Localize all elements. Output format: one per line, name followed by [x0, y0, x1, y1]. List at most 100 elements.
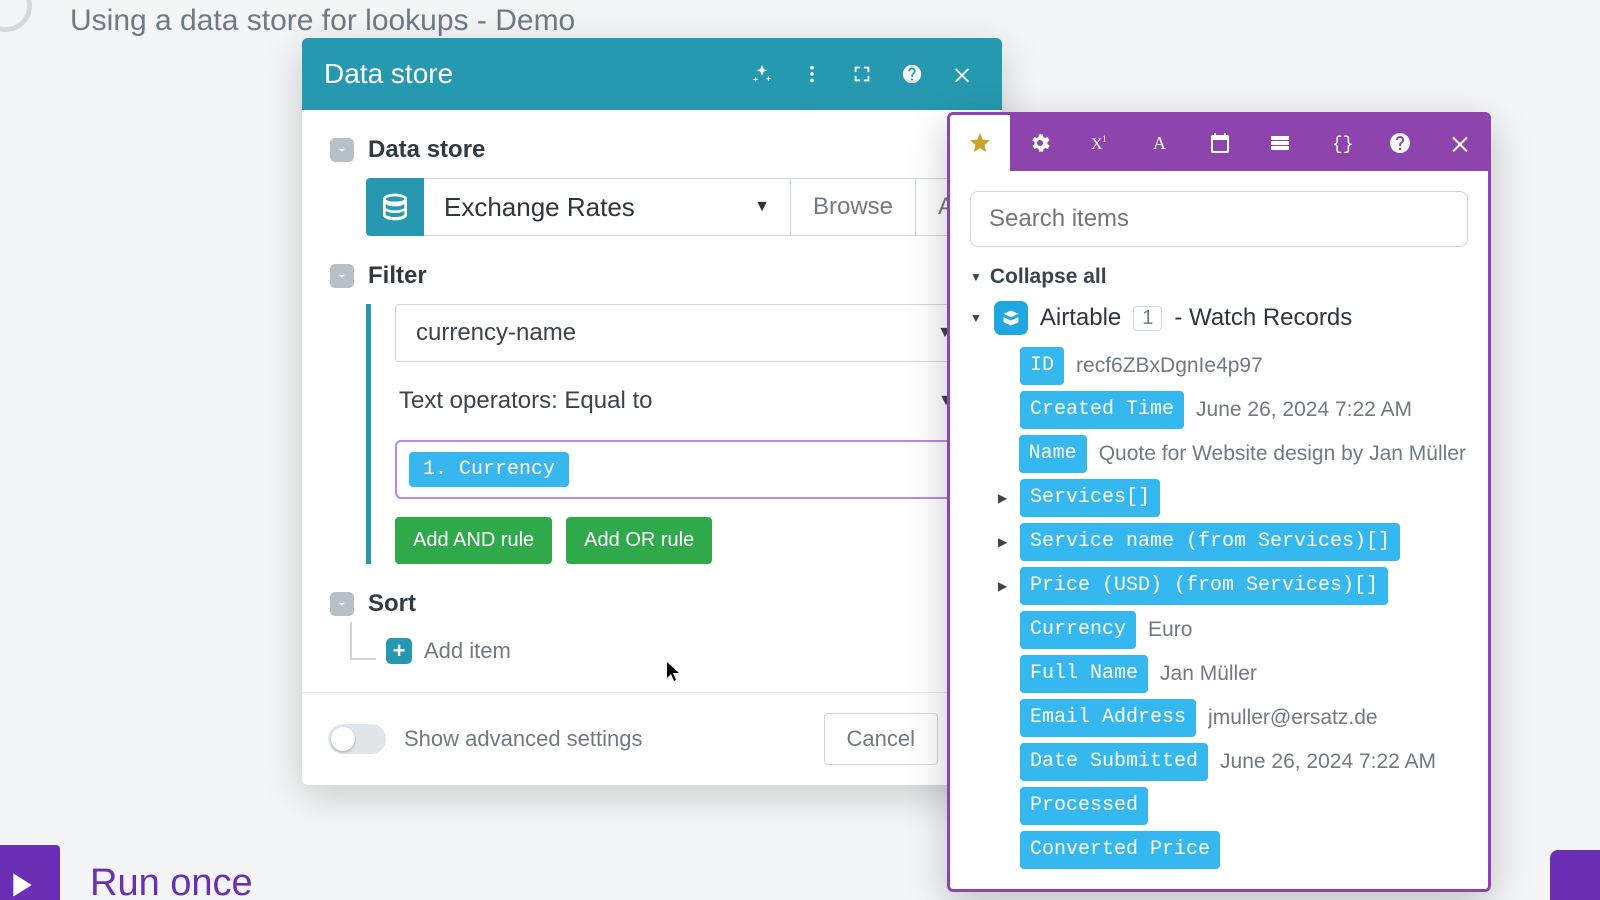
add-and-rule-button[interactable]: Add AND rule — [395, 517, 552, 564]
field-value: Euro — [1148, 614, 1192, 646]
section-label-filter: Filter — [368, 262, 427, 290]
filter-field-select[interactable]: currency-name ▼ — [395, 304, 974, 362]
tab-favorites[interactable] — [950, 115, 1010, 171]
expand-icon[interactable] — [844, 56, 880, 92]
mapping-pill-currency[interactable]: 1. Currency — [409, 452, 569, 487]
search-input[interactable] — [970, 191, 1468, 247]
ai-suggest-icon[interactable] — [744, 56, 780, 92]
tab-text[interactable]: A — [1130, 115, 1190, 171]
browse-button[interactable]: Browse — [791, 178, 916, 236]
collapse-all-button[interactable]: ▼ Collapse all — [970, 265, 1468, 289]
field-row[interactable]: ▶ Service name (from Services)[] — [998, 523, 1468, 561]
module-suffix: - Watch Records — [1174, 304, 1352, 332]
section-toggle-sort[interactable] — [330, 592, 354, 616]
field-tag[interactable]: Full Name — [1020, 655, 1148, 693]
filter-value-input[interactable]: 1. Currency — [395, 440, 974, 499]
field-tag[interactable]: Price (USD) (from Services)[] — [1020, 567, 1388, 605]
datastore-select[interactable]: Exchange Rates ▼ — [424, 178, 791, 236]
module-name: Airtable — [1040, 304, 1121, 332]
tab-array[interactable] — [1250, 115, 1310, 171]
triangle-right-icon: ▶ — [998, 526, 1008, 558]
field-row[interactable]: ID recf6ZBxDgnIe4p97 — [998, 347, 1468, 385]
modal-header: Data store — [302, 38, 1002, 110]
field-value: jmuller@ersatz.de — [1208, 702, 1378, 734]
mapping-panel: X1 A {} ▼ Collapse all ▼ — [947, 112, 1491, 892]
module-header[interactable]: ▼ Airtable 1 - Watch Records — [970, 301, 1468, 335]
tab-settings[interactable] — [1010, 115, 1070, 171]
tab-date[interactable] — [1190, 115, 1250, 171]
field-value: Jan Müller — [1160, 658, 1257, 690]
close-icon[interactable] — [944, 56, 980, 92]
section-label-sort: Sort — [368, 590, 416, 618]
triangle-down-icon: ▼ — [970, 311, 982, 325]
field-row[interactable]: Name Quote for Website design by Jan Müll… — [998, 435, 1468, 473]
section-datastore: Data store Exchange Rates ▼ Browse Add — [330, 136, 974, 236]
field-row[interactable]: ▶ Price (USD) (from Services)[] — [998, 567, 1468, 605]
datastore-modal: Data store Data store — [302, 38, 1002, 785]
modal-title: Data store — [324, 58, 453, 90]
field-value: June 26, 2024 7:22 AM — [1196, 394, 1412, 426]
field-tag[interactable]: Email Address — [1020, 699, 1196, 737]
plus-icon: + — [386, 638, 412, 664]
svg-text:1: 1 — [1102, 134, 1107, 144]
field-tag[interactable]: Services[] — [1020, 479, 1160, 517]
section-toggle-datastore[interactable] — [330, 138, 354, 162]
triangle-down-icon: ▼ — [970, 270, 982, 284]
field-row[interactable]: Created Time June 26, 2024 7:22 AM — [998, 391, 1468, 429]
field-row[interactable]: Currency Euro — [998, 611, 1468, 649]
caret-down-icon: ▼ — [754, 198, 770, 216]
field-tree: ID recf6ZBxDgnIe4p97 Created Time June 26, … — [998, 347, 1468, 869]
module-index-badge: 1 — [1133, 306, 1162, 331]
field-tag[interactable]: Currency — [1020, 611, 1136, 649]
add-sort-item-button[interactable]: + Add item — [386, 638, 511, 664]
filter-operator-value: Text operators: Equal to — [399, 387, 652, 415]
section-toggle-filter[interactable] — [330, 264, 354, 288]
field-row[interactable]: Converted Price — [998, 831, 1468, 869]
field-tag[interactable]: Created Time — [1020, 391, 1184, 429]
triangle-right-icon: ▶ — [998, 482, 1008, 514]
field-row[interactable]: Date Submitted June 26, 2024 7:22 AM — [998, 743, 1468, 781]
floating-primary-button[interactable] — [1550, 850, 1600, 900]
panel-tabs: X1 A {} — [950, 115, 1488, 171]
field-tag[interactable]: Date Submitted — [1020, 743, 1208, 781]
section-filter: Filter currency-name ▼ Text operators: E… — [330, 262, 974, 564]
run-once-label: Run once — [90, 862, 253, 900]
tab-math[interactable]: X1 — [1070, 115, 1130, 171]
panel-close-icon[interactable] — [1430, 115, 1490, 171]
add-or-rule-button[interactable]: Add OR rule — [566, 517, 712, 564]
panel-help-icon[interactable] — [1370, 115, 1430, 171]
add-sort-item-label: Add item — [424, 638, 511, 664]
field-tag[interactable]: ID — [1020, 347, 1064, 385]
filter-field-value: currency-name — [416, 319, 576, 347]
filter-operator-select[interactable]: Text operators: Equal to ▼ — [395, 372, 974, 430]
field-value: June 26, 2024 7:22 AM — [1220, 746, 1436, 778]
collapse-all-label: Collapse all — [990, 265, 1107, 289]
field-tag[interactable]: Converted Price — [1020, 831, 1220, 869]
field-tag[interactable]: Processed — [1020, 787, 1148, 825]
field-value: recf6ZBxDgnIe4p97 — [1076, 350, 1263, 382]
datastore-select-value: Exchange Rates — [444, 192, 635, 223]
help-icon[interactable] — [894, 56, 930, 92]
cancel-button[interactable]: Cancel — [824, 713, 938, 765]
run-once-button[interactable] — [0, 845, 60, 900]
advanced-settings-label: Show advanced settings — [404, 726, 643, 752]
field-row[interactable]: ▶ Services[] — [998, 479, 1468, 517]
svg-text:{}: {} — [1332, 135, 1352, 155]
section-label-datastore: Data store — [368, 136, 485, 164]
modal-footer: Show advanced settings Cancel OK — [302, 692, 1002, 785]
database-icon — [366, 178, 424, 236]
field-tag[interactable]: Service name (from Services)[] — [1020, 523, 1400, 561]
airtable-icon — [994, 301, 1028, 335]
field-tag[interactable]: Name — [1019, 435, 1087, 473]
triangle-right-icon: ▶ — [998, 570, 1008, 602]
advanced-settings-toggle[interactable] — [328, 724, 386, 754]
field-row[interactable]: Processed — [998, 787, 1468, 825]
field-value: Quote for Website design by Jan Müller o… — [1099, 438, 1468, 470]
more-icon[interactable] — [794, 56, 830, 92]
tab-object[interactable]: {} — [1310, 115, 1370, 171]
field-row[interactable]: Full Name Jan Müller — [998, 655, 1468, 693]
field-row[interactable]: Email Address jmuller@ersatz.de — [998, 699, 1468, 737]
page-title: Using a data store for lookups - Demo — [70, 4, 575, 38]
svg-text:A: A — [1153, 133, 1166, 153]
page-back-handle — [0, 0, 32, 32]
